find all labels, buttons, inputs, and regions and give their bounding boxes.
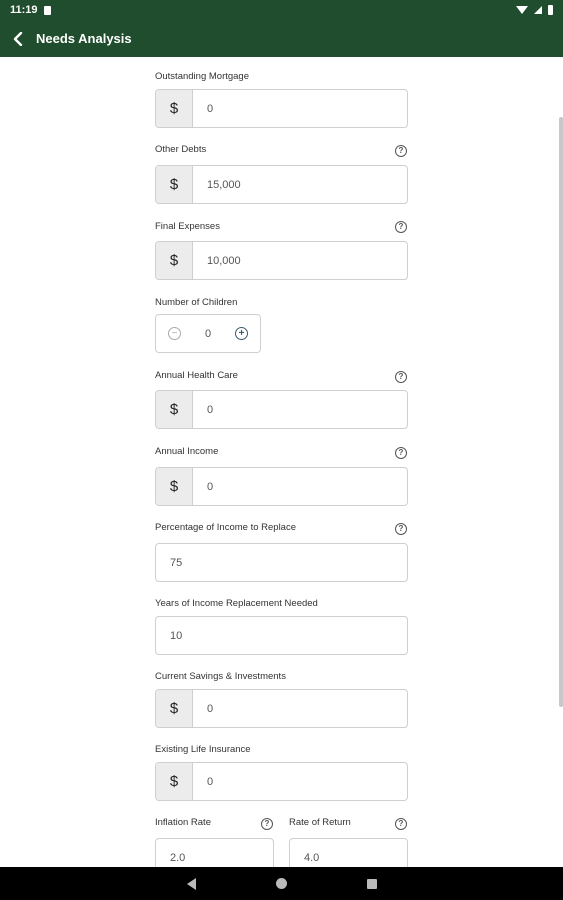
- outstanding-mortgage-input[interactable]: $ 0: [155, 89, 408, 128]
- annual-income-input[interactable]: $ 0: [155, 467, 408, 506]
- increment-button[interactable]: +: [235, 327, 248, 340]
- number-of-children-stepper: − 0 +: [155, 314, 261, 353]
- nav-back-icon[interactable]: [186, 877, 196, 890]
- sim-card-icon: [43, 5, 51, 15]
- help-icon[interactable]: ?: [395, 447, 407, 459]
- help-icon[interactable]: ?: [395, 145, 407, 157]
- wifi-icon: [516, 6, 528, 14]
- existing-life-insurance-value: 0: [207, 775, 214, 788]
- annual-income-value: 0: [207, 480, 214, 493]
- help-icon[interactable]: ?: [395, 221, 407, 233]
- status-time: 11:19: [10, 4, 38, 16]
- rate-of-return-label: Rate of Return: [289, 817, 351, 828]
- annual-health-care-value: 0: [207, 403, 214, 416]
- page-title: Needs Analysis: [36, 31, 132, 46]
- annual-income-label: Annual Income: [155, 446, 219, 457]
- help-icon[interactable]: ?: [395, 371, 407, 383]
- other-debts-value: 15,000: [207, 178, 241, 191]
- rate-of-return-input[interactable]: 4.0: [289, 838, 408, 867]
- pct-income-replace-value: 75: [170, 556, 183, 569]
- help-icon[interactable]: ?: [395, 818, 407, 830]
- annual-health-care-input[interactable]: $ 0: [155, 390, 408, 429]
- other-debts-label: Other Debts: [155, 144, 207, 155]
- outstanding-mortgage-label: Outstanding Mortgage: [155, 71, 250, 82]
- system-nav-bar: [0, 867, 563, 900]
- rate-of-return-value: 4.0: [304, 851, 320, 864]
- current-savings-label: Current Savings & Investments: [155, 671, 286, 682]
- dollar-prefix: $: [156, 242, 193, 279]
- app-bar: Needs Analysis: [0, 20, 563, 57]
- inflation-rate-value: 2.0: [170, 851, 186, 864]
- outstanding-mortgage-value: 0: [207, 102, 214, 115]
- form-scroll-area[interactable]: Outstanding Mortgage $ 0 Other Debts ? $…: [0, 57, 563, 867]
- help-icon[interactable]: ?: [261, 818, 273, 830]
- final-expenses-label: Final Expenses: [155, 221, 220, 232]
- pct-income-replace-input[interactable]: 75: [155, 543, 408, 582]
- signal-icon: [534, 6, 542, 14]
- scrollbar[interactable]: [559, 117, 563, 707]
- years-replacement-value: 10: [170, 629, 183, 642]
- dollar-prefix: $: [156, 468, 193, 505]
- years-replacement-input[interactable]: 10: [155, 616, 408, 655]
- pct-income-replace-label: Percentage of Income to Replace: [155, 522, 297, 533]
- existing-life-insurance-label: Existing Life Insurance: [155, 744, 251, 755]
- annual-health-care-label: Annual Health Care: [155, 370, 238, 381]
- chevron-left-icon: [13, 31, 23, 46]
- decrement-button[interactable]: −: [168, 327, 181, 340]
- final-expenses-input[interactable]: $ 10,000: [155, 241, 408, 280]
- final-expenses-value: 10,000: [207, 254, 241, 267]
- dollar-prefix: $: [156, 690, 193, 727]
- nav-recents-icon[interactable]: [366, 878, 377, 889]
- number-of-children-label: Number of Children: [155, 297, 238, 308]
- inflation-rate-input[interactable]: 2.0: [155, 838, 274, 867]
- dollar-prefix: $: [156, 90, 193, 127]
- inflation-rate-label: Inflation Rate: [155, 817, 211, 828]
- status-icons: [516, 5, 553, 15]
- existing-life-insurance-input[interactable]: $ 0: [155, 762, 408, 801]
- back-button[interactable]: [0, 20, 36, 57]
- number-of-children-value[interactable]: 0: [205, 328, 211, 340]
- help-icon[interactable]: ?: [395, 523, 407, 535]
- other-debts-input[interactable]: $ 15,000: [155, 165, 408, 204]
- current-savings-input[interactable]: $ 0: [155, 689, 408, 728]
- battery-icon: [548, 5, 553, 15]
- dollar-prefix: $: [156, 391, 193, 428]
- dollar-prefix: $: [156, 166, 193, 203]
- current-savings-value: 0: [207, 702, 214, 715]
- status-bar: 11:19: [0, 0, 563, 20]
- nav-home-icon[interactable]: [275, 878, 287, 889]
- years-replacement-label: Years of Income Replacement Needed: [155, 598, 318, 609]
- dollar-prefix: $: [156, 763, 193, 800]
